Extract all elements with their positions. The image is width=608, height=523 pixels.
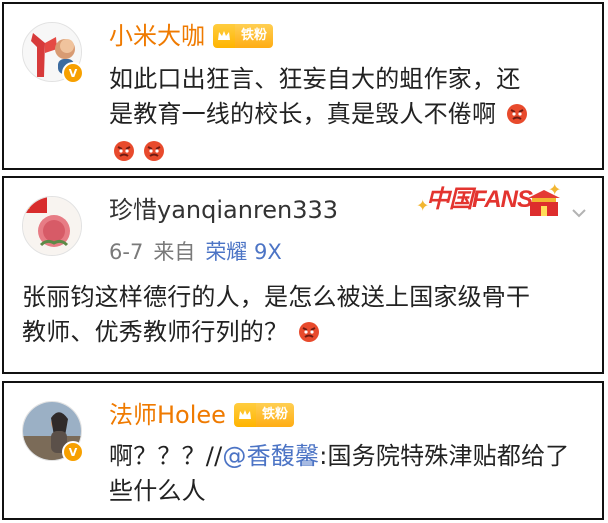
fan-badge: 铁粉: [233, 403, 294, 427]
fan-badge: 铁粉: [213, 24, 274, 48]
name-row-2: 珍惜yanqianren333: [109, 196, 338, 224]
angry-face-icon: [113, 140, 135, 162]
fans-banner-text: 中国FANS: [426, 186, 533, 213]
comment-line: 是教育一线的校长，真是毁人不倦啊: [109, 97, 528, 132]
avatar-wrap-3[interactable]: V: [22, 401, 84, 463]
comment-line: 教师、优秀教师行列的？: [22, 315, 530, 350]
angry-face-icon: [298, 321, 320, 343]
comment-card-1: V 小米大咖 铁粉 如此口出狂言、狂妄自大的蛆作家，还 是教育一线的校长，真是毁…: [2, 2, 604, 170]
avatar-wrap-2[interactable]: [22, 196, 82, 256]
name-row-3: 法师Holee 铁粉: [109, 401, 294, 429]
emoji-row-1: [111, 140, 165, 162]
gate-icon: [528, 190, 560, 216]
avatar[interactable]: [22, 196, 82, 256]
comment-line-text: 是教育一线的校长，真是毁人不倦啊: [109, 100, 497, 128]
comment-text-3: 啊？？？//@香馥馨:国务院特殊津贴都给了 些什么人: [109, 439, 569, 509]
verified-badge-icon: V: [62, 62, 84, 84]
comment-line-text: 教师、优秀教师行列的？: [22, 318, 289, 346]
name-row-1: 小米大咖 铁粉: [109, 22, 274, 50]
avatar-image: [23, 197, 81, 255]
verified-badge-icon: V: [62, 441, 84, 463]
fan-badge-label: 铁粉: [235, 24, 274, 48]
meta-row: 6-7 来自 荣耀 9X: [109, 240, 282, 264]
username[interactable]: 珍惜yanqianren333: [109, 196, 338, 224]
comment-text-1: 如此口出狂言、狂妄自大的蛆作家，还 是教育一线的校长，真是毁人不倦啊: [109, 62, 528, 132]
comment-prefix: 啊？？？//: [109, 442, 223, 470]
angry-face-icon: [506, 103, 528, 125]
comment-text-2: 张丽钧这样德行的人，是怎么被送上国家级骨干 教师、优秀教师行列的？: [22, 280, 530, 350]
fan-badge-label: 铁粉: [255, 403, 294, 427]
comment-card-2: 珍惜yanqianren333 6-7 来自 荣耀 9X ✦ ✦ 中国FANS …: [2, 176, 604, 374]
fans-banner: ✦ ✦ 中国FANS: [416, 180, 566, 228]
comment-thread: V 小米大咖 铁粉 如此口出狂言、狂妄自大的蛆作家，还 是教育一线的校长，真是毁…: [0, 0, 608, 523]
username[interactable]: 小米大咖: [109, 22, 205, 50]
avatar-wrap-1[interactable]: V: [22, 22, 84, 84]
source-device[interactable]: 荣耀 9X: [205, 240, 281, 264]
username[interactable]: 法师Holee: [109, 401, 226, 429]
source-prefix: 来自: [153, 240, 196, 264]
mention-link[interactable]: @香馥馨: [222, 442, 319, 470]
chevron-down-icon[interactable]: [568, 202, 590, 224]
comment-line: 些什么人: [109, 477, 206, 505]
comment-line: 张丽钧这样德行的人，是怎么被送上国家级骨干: [22, 283, 531, 311]
comment-suffix: :国务院特殊津贴都给了: [319, 442, 570, 470]
angry-face-icon: [143, 140, 165, 162]
comment-date: 6-7: [109, 240, 144, 264]
crown-icon: [233, 403, 256, 427]
crown-icon: [213, 24, 235, 48]
comment-line: 如此口出狂言、狂妄自大的蛆作家，还: [109, 65, 521, 93]
comment-card-3: V 法师Holee 铁粉 啊？？？//@香馥馨:国务院特殊津贴都给了 些什么人: [2, 381, 604, 520]
comment-line: 啊？？？//@香馥馨:国务院特殊津贴都给了: [109, 439, 569, 474]
